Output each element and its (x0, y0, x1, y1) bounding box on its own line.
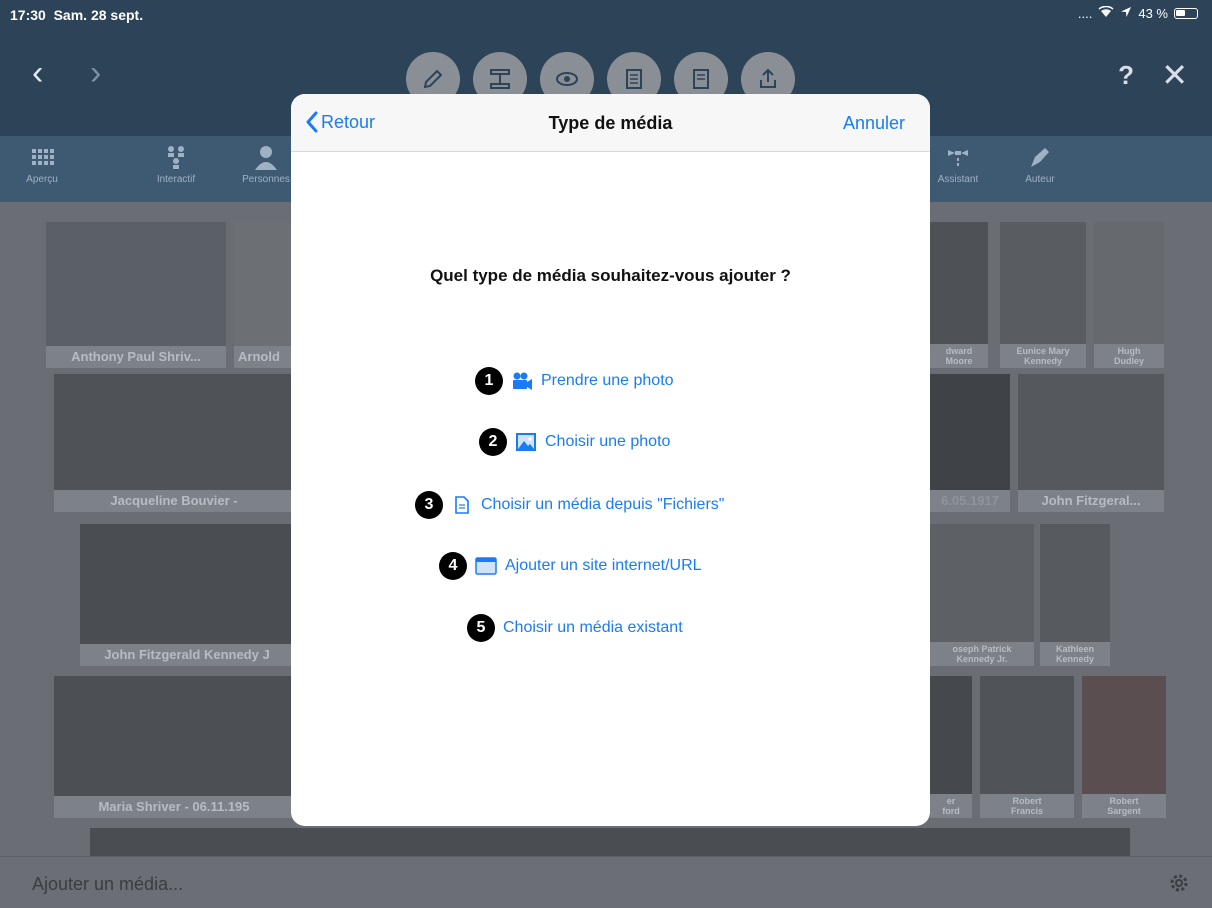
bottom-bar: Ajouter un média... (0, 856, 1212, 908)
media-type-modal: Retour Type de média Annuler Quel type d… (291, 94, 930, 826)
choose-photo-option[interactable]: 2 Choisir une photo (479, 428, 670, 456)
browser-icon (475, 556, 497, 576)
battery-icon (1174, 8, 1198, 19)
status-bar: 17:30 Sam. 28 sept. .... 43 % (0, 0, 1212, 28)
take-photo-option[interactable]: 1 Prendre une photo (475, 367, 674, 395)
pen-icon (1031, 148, 1049, 167)
tab-label: Interactif (156, 174, 196, 185)
person-card[interactable]: Maria Shriver - 06.11.195 (54, 676, 294, 818)
tab-interactif[interactable]: Interactif (136, 144, 216, 185)
choose-file-option[interactable]: 3 Choisir un média depuis "Fichiers" (415, 491, 724, 519)
add-url-option[interactable]: 4 Ajouter un site internet/URL (439, 552, 702, 580)
tab-auteur[interactable]: Auteur (1000, 144, 1080, 185)
number-badge: 1 (475, 367, 503, 395)
person-card[interactable]: Robert Sargent (1082, 676, 1166, 818)
gear-icon[interactable] (1168, 872, 1190, 894)
option-label: Prendre une photo (541, 372, 674, 389)
cancel-button[interactable]: Annuler (843, 113, 905, 134)
person-card[interactable]: Eunice Mary Kennedy (1000, 222, 1086, 368)
camera-icon (511, 371, 533, 391)
assistant-icon (948, 150, 968, 166)
signal-indicator: .... (1077, 6, 1093, 21)
person-card[interactable]: 6.05.1917 (930, 374, 1010, 512)
help-button[interactable]: ? (1118, 60, 1134, 91)
person-card[interactable]: Anthony Paul Shriv... (46, 222, 226, 368)
battery-percent: 43 % (1138, 6, 1168, 21)
person-card[interactable]: er ford (930, 676, 972, 818)
tab-label: Assistant (937, 174, 979, 185)
person-card[interactable]: John Fitzgerald Kennedy J (80, 524, 294, 666)
status-right: .... 43 % (1077, 5, 1198, 21)
option-label: Choisir une photo (545, 433, 671, 450)
option-label: Choisir un média existant (503, 619, 683, 636)
option-label: Choisir un média depuis "Fichiers" (481, 496, 725, 513)
person-card[interactable]: Jacqueline Bouvier - (54, 374, 294, 512)
file-icon (451, 495, 473, 515)
modal-header: Retour Type de média Annuler (291, 94, 930, 152)
person-card[interactable]: Arnold (234, 222, 294, 368)
person-icon (255, 146, 277, 170)
partial-row (90, 828, 1130, 856)
grid-icon (32, 149, 54, 165)
chevron-right-icon[interactable]: › (90, 56, 101, 90)
photo-icon (515, 432, 537, 452)
person-card[interactable]: Hugh Dudley (1094, 222, 1164, 368)
tab-label: Auteur (1025, 174, 1055, 185)
wifi-icon (1098, 5, 1114, 21)
tab-assistant[interactable]: Assistant (918, 144, 998, 185)
status-time: 17:30 Sam. 28 sept. (10, 7, 144, 23)
tab-label: Aperçu (26, 174, 58, 185)
tab-apercu[interactable]: Aperçu (2, 144, 82, 185)
location-icon (1120, 6, 1132, 21)
option-label: Ajouter un site internet/URL (505, 557, 702, 574)
person-card[interactable]: Robert Francis (980, 676, 1074, 818)
number-badge: 2 (479, 428, 507, 456)
modal-question: Quel type de média souhaitez-vous ajoute… (430, 266, 791, 285)
existing-media-option[interactable]: 5 Choisir un média existant (467, 614, 683, 642)
person-card[interactable]: oseph Patrick Kennedy Jr. (930, 524, 1034, 666)
close-button[interactable]: ✕ (1161, 56, 1188, 94)
number-badge: 5 (467, 614, 495, 642)
number-badge: 4 (439, 552, 467, 580)
modal-title: Type de média (548, 113, 673, 133)
person-card[interactable]: dward Moore (930, 222, 988, 368)
person-card[interactable]: Kathleen Kennedy (1040, 524, 1110, 666)
chevron-left-icon[interactable]: ‹ (32, 56, 43, 90)
number-badge: 3 (415, 491, 443, 519)
person-card[interactable]: John Fitzgeral... (1018, 374, 1164, 512)
tab-label: Personnes (242, 174, 290, 185)
add-media-label[interactable]: Ajouter un média... (32, 874, 183, 895)
tree-icon (168, 146, 184, 169)
